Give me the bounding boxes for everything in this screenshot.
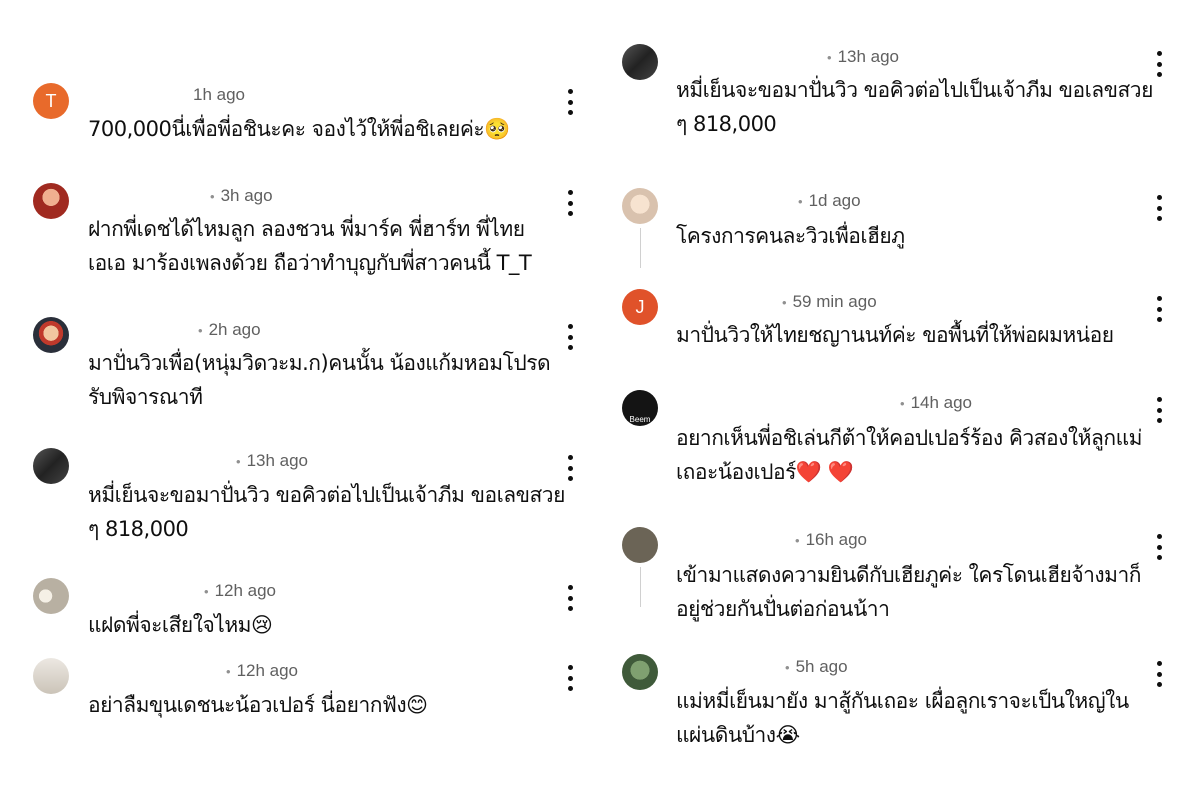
separator-dot: •	[795, 533, 800, 548]
timestamp-text: 16h ago	[805, 530, 868, 549]
comment-timestamp: 1h ago	[193, 85, 245, 105]
comment-line: เข้ามาแสดงความยินดีกับเฮียภูค่ะ ใครโดนเฮ…	[676, 563, 1142, 587]
comment-text: โครงการคนละวิวเพื่อเฮียภู	[676, 219, 905, 253]
timestamp-text: 13h ago	[837, 47, 900, 66]
avatar[interactable]	[33, 578, 69, 614]
comment-timestamp: • 3h ago	[210, 186, 273, 206]
comment-line: ๆ 818,000	[88, 517, 189, 541]
separator-dot: •	[785, 660, 790, 675]
comment-text: หมี่เย็นจะขอมาปั่นวิว ขอคิวต่อไปเป็นเจ้า…	[676, 73, 1153, 141]
comment-timestamp: • 59 min ago	[782, 292, 877, 312]
separator-dot: •	[226, 664, 231, 679]
comment-text: มาปั่นวิวเพื่อ(หนุ่มวิดวะม.ก)คนนั้น น้อง…	[88, 346, 551, 414]
comment-line: อยู่ช่วยกันปั่นต่อก่อนน้าา	[676, 597, 890, 621]
comment-line: มาปั่นวิวเพื่อ(หนุ่มวิดวะม.ก)คนนั้น น้อง…	[88, 351, 551, 375]
avatar[interactable]	[33, 317, 69, 353]
avatar[interactable]	[33, 448, 69, 484]
avatar[interactable]: J	[622, 289, 658, 325]
comment-line: ๆ 818,000	[676, 112, 777, 136]
avatar[interactable]	[33, 183, 69, 219]
timestamp-text: 5h ago	[795, 657, 848, 676]
separator-dot: •	[827, 50, 832, 65]
thread-line	[640, 228, 641, 268]
comment-timestamp: • 16h ago	[795, 530, 867, 550]
avatar[interactable]	[622, 527, 658, 563]
comment-text: อยากเห็นพี่อชิเล่นกีต้าให้คอปเปอร์ร้อง ค…	[676, 421, 1142, 489]
separator-dot: •	[900, 396, 905, 411]
comment-line: แม่หมี่เย็นมายัง มาสู้กันเถอะ เผื่อลูกเร…	[676, 689, 1129, 713]
avatar-letter: Beem	[629, 415, 651, 424]
thread-line	[640, 567, 641, 607]
more-options-button[interactable]	[1148, 195, 1170, 221]
comment-line: เถอะน้องเปอร์❤️ ❤️	[676, 460, 854, 484]
more-options-button[interactable]	[559, 190, 581, 216]
comment-line: แผ่นดินบ้าง😭	[676, 723, 800, 747]
comment-line: โครงการคนละวิวเพื่อเฮียภู	[676, 224, 905, 248]
comment-line: แฝดพี่จะเสียใจไหม😢	[88, 613, 273, 637]
comment-line: อย่าลืมขุนเดชนะน้อวเปอร์ นี่อยากฟัง😊	[88, 693, 428, 717]
more-options-button[interactable]	[1148, 661, 1170, 687]
separator-dot: •	[236, 454, 241, 469]
timestamp-text: 2h ago	[208, 320, 261, 339]
comment-line: ฝากพี่เดชได้ไหมลูก ลองชวน พี่มาร์ค พี่ฮา…	[88, 217, 525, 241]
comment-text: ฝากพี่เดชได้ไหมลูก ลองชวน พี่มาร์ค พี่ฮา…	[88, 212, 532, 280]
timestamp-text: 12h ago	[236, 661, 299, 680]
more-options-button[interactable]	[559, 585, 581, 611]
timestamp-text: 1d ago	[808, 191, 861, 210]
comment-line: 700,000นี่เพื่อพี่อชินะคะ จองไว้ให้พี่อช…	[88, 117, 510, 141]
comment-text: 700,000นี่เพื่อพี่อชินะคะ จองไว้ให้พี่อช…	[88, 112, 510, 146]
comment-timestamp: • 5h ago	[785, 657, 848, 677]
more-options-button[interactable]	[1148, 296, 1170, 322]
comment-line: หมี่เย็นจะขอมาปั่นวิว ขอคิวต่อไปเป็นเจ้า…	[88, 483, 565, 507]
comment-timestamp: • 13h ago	[236, 451, 308, 471]
more-options-button[interactable]	[1148, 534, 1170, 560]
comments-column-left: T 1h ago 700,000นี่เพื่อพี่อชินะคะ จองไว…	[0, 0, 600, 793]
comment-text: เข้ามาแสดงความยินดีกับเฮียภูค่ะ ใครโดนเฮ…	[676, 558, 1142, 626]
comment-timestamp: • 1d ago	[798, 191, 861, 211]
more-options-button[interactable]	[559, 665, 581, 691]
more-options-button[interactable]	[559, 89, 581, 115]
avatar[interactable]	[622, 188, 658, 224]
avatar[interactable]: Beem	[622, 390, 658, 426]
timestamp-text: 13h ago	[246, 451, 309, 470]
comment-line: มาปั่นวิวให้ไทยชญานนท์ค่ะ ขอพื้นที่ให้พ่…	[676, 323, 1114, 347]
timestamp-text: 14h ago	[910, 393, 973, 412]
avatar[interactable]	[622, 44, 658, 80]
comment-text: แฝดพี่จะเสียใจไหม😢	[88, 608, 273, 642]
comment-line: รับพิจารณาที	[88, 385, 203, 409]
timestamp-text: 3h ago	[220, 186, 273, 205]
comment-text: แม่หมี่เย็นมายัง มาสู้กันเถอะ เผื่อลูกเร…	[676, 684, 1129, 752]
comment-timestamp: • 12h ago	[226, 661, 298, 681]
separator-dot: •	[210, 189, 215, 204]
comment-line: อยากเห็นพี่อชิเล่นกีต้าให้คอปเปอร์ร้อง ค…	[676, 426, 1142, 450]
timestamp-text: 1h ago	[193, 85, 245, 104]
comment-text: มาปั่นวิวให้ไทยชญานนท์ค่ะ ขอพื้นที่ให้พ่…	[676, 318, 1114, 352]
comment-line: หมี่เย็นจะขอมาปั่นวิว ขอคิวต่อไปเป็นเจ้า…	[676, 78, 1153, 102]
separator-dot: •	[782, 295, 787, 310]
comment-timestamp: • 13h ago	[827, 47, 899, 67]
timestamp-text: 12h ago	[214, 581, 277, 600]
avatar[interactable]: T	[33, 83, 69, 119]
comment-text: อย่าลืมขุนเดชนะน้อวเปอร์ นี่อยากฟัง😊	[88, 688, 428, 722]
avatar[interactable]	[622, 654, 658, 690]
separator-dot: •	[198, 323, 203, 338]
comments-column-right: • 13h ago หมี่เย็นจะขอมาปั่นวิว ขอคิวต่อไ…	[605, 0, 1200, 793]
comment-line: เอเอ มาร้องเพลงด้วย ถือว่าทำบุญกับพี่สาว…	[88, 251, 532, 275]
avatar-letter: J	[635, 296, 645, 317]
more-options-button[interactable]	[1148, 397, 1170, 423]
avatar[interactable]	[33, 658, 69, 694]
comment-text: หมี่เย็นจะขอมาปั่นวิว ขอคิวต่อไปเป็นเจ้า…	[88, 478, 565, 546]
more-options-button[interactable]	[559, 455, 581, 481]
comment-timestamp: • 14h ago	[900, 393, 972, 413]
avatar-letter: T	[45, 90, 57, 111]
separator-dot: •	[798, 194, 803, 209]
separator-dot: •	[204, 584, 209, 599]
more-options-button[interactable]	[1148, 51, 1170, 77]
comment-timestamp: • 2h ago	[198, 320, 261, 340]
timestamp-text: 59 min ago	[792, 292, 877, 311]
more-options-button[interactable]	[559, 324, 581, 350]
comment-timestamp: • 12h ago	[204, 581, 276, 601]
